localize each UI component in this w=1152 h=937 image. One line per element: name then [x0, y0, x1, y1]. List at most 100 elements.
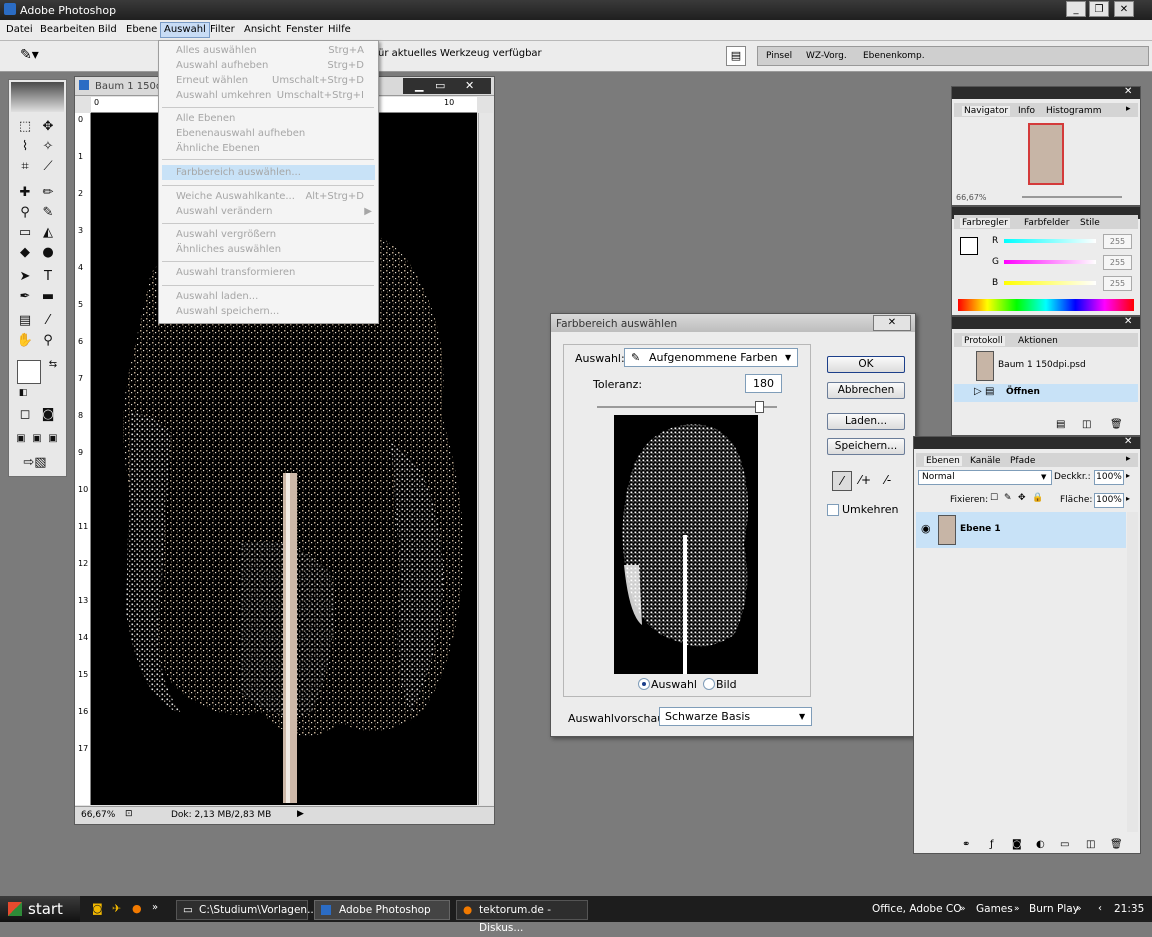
tab-farbfelder[interactable]: Farbfelder: [1024, 218, 1069, 228]
foreground-color-swatch[interactable]: [17, 360, 41, 384]
document-close-button[interactable]: ✕: [465, 79, 474, 92]
menu-bearbeiten[interactable]: Bearbeiten: [40, 24, 95, 35]
shape-tool-icon[interactable]: ▬: [38, 288, 58, 306]
taskbar-item-explorer[interactable]: ▭ C:\Studium\Vorlagen...: [176, 900, 317, 920]
menu-item[interactable]: Auswahl vergrößern: [176, 229, 276, 240]
radio-bild[interactable]: [703, 678, 715, 690]
toleranz-slider-track[interactable]: [597, 406, 777, 408]
well-tab-wz-vorg[interactable]: WZ-Vorg.: [806, 51, 847, 61]
radio-auswahl[interactable]: [638, 678, 650, 690]
zoom-tool-icon[interactable]: ⚲: [38, 332, 58, 350]
slice-tool-icon[interactable]: ⟋: [38, 158, 58, 176]
hand-tool-icon[interactable]: ✋: [15, 332, 35, 350]
panel-close-icon[interactable]: ✕: [1124, 86, 1132, 97]
toolbar-chevron-icon[interactable]: »: [1014, 900, 1020, 918]
opacity-input[interactable]: 100%: [1094, 470, 1124, 485]
healing-brush-tool-icon[interactable]: ✚: [15, 184, 35, 202]
opacity-arrow-icon[interactable]: ▸: [1126, 471, 1130, 480]
new-layer-icon[interactable]: ◫: [1086, 839, 1095, 850]
swap-colors-icon[interactable]: ⇆: [43, 356, 63, 374]
start-button[interactable]: start: [0, 896, 80, 922]
channel-b-value[interactable]: 255: [1103, 276, 1132, 291]
tab-farbregler[interactable]: Farbregler: [960, 218, 1010, 228]
menu-item[interactable]: Weiche Auswahlkante...: [176, 191, 295, 202]
close-button[interactable]: ✕: [1114, 1, 1134, 17]
taskbar-item-photoshop[interactable]: Adobe Photoshop: [314, 900, 450, 920]
auswahl-select[interactable]: ✎ Aufgenommene Farben ▼: [624, 348, 798, 367]
history-brush-tool-icon[interactable]: ✎: [38, 204, 58, 222]
toolbar-chevron-icon[interactable]: »: [1076, 900, 1082, 918]
taskbar-item-firefox[interactable]: ● tektorum.de - Diskus...: [456, 900, 588, 934]
menu-bild[interactable]: Bild: [98, 24, 117, 35]
eyedropper-tool-icon[interactable]: ⁄: [38, 312, 58, 330]
marquee-tool-icon[interactable]: ⬚: [15, 118, 35, 136]
vertical-scrollbar[interactable]: [478, 113, 493, 805]
crop-tool-icon[interactable]: ⌗: [15, 158, 35, 176]
notes-tool-icon[interactable]: ▤: [15, 312, 35, 330]
tab-stile[interactable]: Stile: [1080, 218, 1100, 228]
color-spectrum-bar[interactable]: [958, 299, 1134, 311]
layer-style-icon[interactable]: ƒ: [990, 839, 994, 850]
menu-item[interactable]: Auswahl laden...: [176, 291, 258, 302]
quicklaunch-icon[interactable]: ◙: [92, 902, 103, 915]
quicklaunch-icon[interactable]: ✈: [112, 902, 121, 915]
panel-close-icon[interactable]: ✕: [1124, 316, 1132, 327]
toleranz-slider-thumb[interactable]: [755, 401, 764, 413]
link-layers-icon[interactable]: ⚭: [962, 839, 970, 850]
panel-menu-icon[interactable]: ▸: [1126, 104, 1131, 114]
fill-arrow-icon[interactable]: ▸: [1126, 494, 1130, 503]
status-arrow-icon[interactable]: ▶: [297, 809, 304, 819]
tab-aktionen[interactable]: Aktionen: [1018, 336, 1058, 346]
well-tab-ebenenkomp[interactable]: Ebenenkomp.: [863, 51, 925, 61]
toolbar-chevron-icon[interactable]: »: [960, 900, 966, 918]
panel-close-icon[interactable]: ✕: [1124, 436, 1132, 447]
blend-mode-select[interactable]: Normal ▼: [918, 470, 1052, 485]
tab-protokoll[interactable]: Protokoll: [962, 336, 1005, 346]
history-brush-source-icon[interactable]: ▷: [974, 386, 982, 397]
lock-position-icon[interactable]: ✥: [1018, 493, 1026, 503]
menu-ansicht[interactable]: Ansicht: [244, 24, 281, 35]
layer-row[interactable]: ◉ Ebene 1: [916, 512, 1126, 548]
well-tab-pinsel[interactable]: Pinsel: [766, 51, 792, 61]
menu-item[interactable]: Farbbereich auswählen...: [176, 167, 301, 178]
menu-item[interactable]: Auswahl aufheben: [176, 60, 268, 71]
menu-hilfe[interactable]: Hilfe: [328, 24, 351, 35]
save-button[interactable]: Speichern...: [827, 438, 905, 455]
delete-layer-icon[interactable]: 🗑: [1110, 839, 1123, 850]
blur-tool-icon[interactable]: ◆: [15, 244, 35, 262]
navigator-zoom-slider[interactable]: [1022, 196, 1122, 198]
pen-tool-icon[interactable]: ✒: [15, 288, 35, 306]
channel-b-slider[interactable]: [1004, 281, 1096, 285]
type-tool-icon[interactable]: T: [38, 268, 58, 286]
lock-all-icon[interactable]: 🔒: [1032, 493, 1043, 503]
tab-pfade[interactable]: Pfade: [1010, 456, 1035, 466]
standard-mode-icon[interactable]: ◻: [15, 406, 35, 424]
eye-icon[interactable]: ◉: [921, 522, 931, 535]
menu-item[interactable]: Ähnliche Ebenen: [176, 143, 260, 154]
invert-checkbox[interactable]: [827, 504, 839, 516]
quicklaunch-more-icon[interactable]: »: [152, 902, 158, 913]
layers-scrollbar[interactable]: [1127, 512, 1138, 832]
navigator-thumbnail[interactable]: [1028, 123, 1064, 185]
load-button[interactable]: Laden...: [827, 413, 905, 430]
layer-mask-icon[interactable]: ◙: [1012, 839, 1022, 850]
menu-fenster[interactable]: Fenster: [286, 24, 323, 35]
tab-kanaele[interactable]: Kanäle: [970, 456, 1001, 466]
eraser-tool-icon[interactable]: ▭: [15, 224, 35, 242]
history-snapshot-name[interactable]: Baum 1 150dpi.psd: [998, 360, 1086, 370]
cancel-button[interactable]: Abbrechen: [827, 382, 905, 399]
menu-item[interactable]: Ebenenauswahl aufheben: [176, 128, 305, 139]
dodge-tool-icon[interactable]: ●: [38, 244, 58, 262]
menu-filter[interactable]: Filter: [210, 24, 235, 35]
fill-input[interactable]: 100%: [1094, 493, 1124, 508]
menu-item[interactable]: Erneut wählen: [176, 75, 248, 86]
minimize-button[interactable]: _: [1066, 1, 1086, 17]
history-delete-icon[interactable]: 🗑: [1110, 419, 1123, 430]
channel-r-value[interactable]: 255: [1103, 234, 1132, 249]
channel-g-slider[interactable]: [1004, 260, 1096, 264]
eyedropper-plus-icon[interactable]: ⁄+: [856, 471, 874, 489]
magic-wand-tool-icon[interactable]: ✧: [38, 138, 58, 156]
toolbar-burnplay[interactable]: Burn Play: [1029, 900, 1079, 918]
tab-info[interactable]: Info: [1018, 106, 1035, 116]
panel-menu-icon[interactable]: ▸: [1126, 454, 1131, 464]
